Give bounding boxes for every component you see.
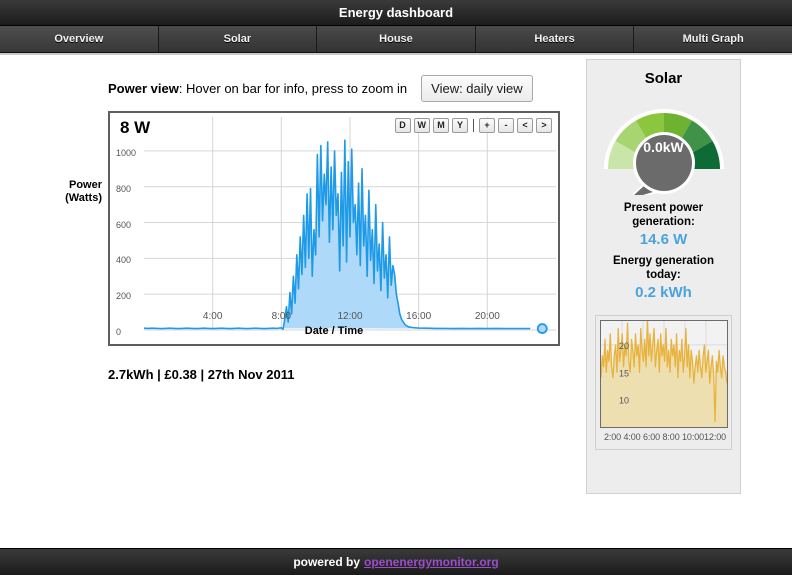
chart-pan-right-button[interactable]: > xyxy=(536,118,552,133)
solar-mini-chart-x-axis: 2:00 4:00 6:00 8:00 10:0012:00 xyxy=(603,432,727,442)
power-chart-x-tick: 20:00 xyxy=(474,311,500,322)
solar-panel: Solar 0.0kW Present power generation: 14… xyxy=(586,59,741,494)
solar-gauge-canvas xyxy=(603,109,724,202)
tab-multi-graph-label: Multi Graph xyxy=(682,33,744,45)
chart-range-month-button[interactable]: M xyxy=(433,118,449,133)
solar-gauge: 0.0kW xyxy=(600,93,728,202)
solar-mini-chart-canvas: 10 15 20 xyxy=(601,321,727,427)
page-footer: powered by openenergymonitor.org xyxy=(0,548,792,575)
chart-zoom-in-button[interactable]: + xyxy=(479,118,495,133)
power-view-caption-bold: Power view xyxy=(108,80,179,96)
power-view-section: Power view: Hover on bar for info, press… xyxy=(65,73,560,382)
tab-solar-label: Solar xyxy=(223,33,252,45)
svg-text:15: 15 xyxy=(619,368,629,378)
solar-mini-chart[interactable]: 10 15 20 2:00 4:00 6:00 8:00 10:0012:00 xyxy=(595,315,732,450)
footer-link[interactable]: openenergymonitor.org xyxy=(364,555,499,569)
power-view-caption: Power view: Hover on bar for info, press… xyxy=(108,81,407,96)
solar-mini-chart-plot: 10 15 20 xyxy=(600,320,728,428)
power-chart-y-tick: 600 xyxy=(116,219,132,230)
power-view-header: Power view: Hover on bar for info, press… xyxy=(108,73,560,103)
chart-range-day-button[interactable]: D xyxy=(394,118,411,133)
main-tabbar: Overview Solar House Heaters Multi Graph xyxy=(0,26,792,53)
power-current-value: 8 W xyxy=(120,118,151,137)
chart-zoom-out-button[interactable]: - xyxy=(498,118,514,133)
tab-overview-label: Overview xyxy=(54,33,104,45)
power-chart-y-title: Power (Watts) xyxy=(65,179,102,204)
app-titlebar: Energy dashboard xyxy=(0,0,792,26)
page-body: Power view: Hover on bar for info, press… xyxy=(0,53,792,548)
power-chart-y-tick: 800 xyxy=(116,183,132,194)
svg-text:10: 10 xyxy=(619,396,629,406)
tab-heaters-label: Heaters xyxy=(534,33,575,45)
chart-controls-divider xyxy=(473,119,474,132)
chart-pan-left-button[interactable]: < xyxy=(517,118,533,133)
chart-zoom-controls: D W M Y + - < > xyxy=(394,118,552,133)
power-summary: 2.7kWh | £0.38 | 27th Nov 2011 xyxy=(108,367,295,382)
chart-range-week-button[interactable]: W xyxy=(413,118,430,133)
power-chart-y-tick: 1000 xyxy=(116,147,137,158)
app-title: Energy dashboard xyxy=(338,5,454,20)
power-chart-y-tick: 200 xyxy=(116,291,132,302)
tab-heaters[interactable]: Heaters xyxy=(475,26,635,52)
tab-solar[interactable]: Solar xyxy=(158,26,318,52)
power-view-caption-rest: : Hover on bar for info, press to zoom i… xyxy=(178,80,408,96)
power-chart-x-tick: 16:00 xyxy=(406,311,432,322)
power-chart-x-tick: 4:00 xyxy=(202,311,223,322)
power-chart-x-title: Date / Time xyxy=(304,325,364,337)
solar-today-energy-value: 0.2 kWh xyxy=(635,284,692,301)
tab-overview[interactable]: Overview xyxy=(0,26,159,52)
chart-range-year-button[interactable]: Y xyxy=(452,118,468,133)
tab-house[interactable]: House xyxy=(317,26,476,52)
svg-text:20: 20 xyxy=(619,341,629,351)
solar-present-power-value: 14.6 W xyxy=(639,231,688,248)
power-chart-x-axis: 4:00 8:00 12:00 16:00 20:00 xyxy=(108,310,560,326)
power-chart-x-tick: 12:00 xyxy=(337,311,363,322)
view-mode-button[interactable]: View: daily view xyxy=(421,74,533,102)
solar-panel-title: Solar xyxy=(644,70,683,87)
solar-present-power-label: Present power generation: xyxy=(623,202,704,228)
solar-today-energy-label: Energy generation today: xyxy=(613,255,714,281)
power-chart-y-tick: 400 xyxy=(116,255,132,266)
tab-house-label: House xyxy=(379,33,413,45)
power-chart-x-tick: 8:00 xyxy=(271,311,292,322)
tab-multi-graph[interactable]: Multi Graph xyxy=(634,26,792,52)
footer-text: powered by xyxy=(293,555,360,569)
